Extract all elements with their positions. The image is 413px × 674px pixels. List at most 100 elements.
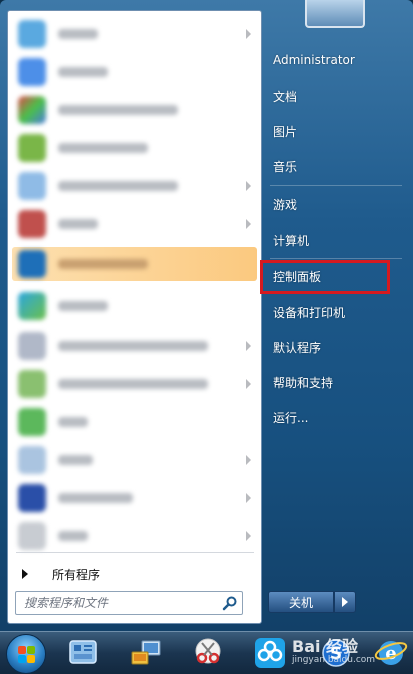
right-item-label: 计算机 — [273, 234, 310, 248]
program-label-blurred — [58, 417, 88, 427]
control-panel-app-icon[interactable] — [65, 636, 101, 670]
programs-panel: 所有程序 — [7, 10, 262, 624]
program-icon — [18, 96, 46, 124]
program-icon — [18, 446, 46, 474]
triangle-right-icon — [342, 597, 348, 607]
right-item-computer[interactable]: 计算机 — [268, 229, 398, 253]
shutdown-options-button[interactable] — [334, 591, 356, 613]
right-item-administrator[interactable]: Administrator — [268, 50, 398, 74]
program-label-blurred — [58, 181, 178, 191]
list-item[interactable] — [12, 443, 257, 477]
list-item[interactable] — [12, 329, 257, 363]
watermark-url: jingyan.baidu.com — [292, 655, 376, 665]
program-label-blurred — [58, 301, 108, 311]
program-label-blurred — [58, 29, 98, 39]
program-label-blurred — [58, 67, 108, 77]
program-icon — [18, 58, 46, 86]
windows-logo-icon — [27, 646, 35, 654]
submenu-arrow-icon — [246, 219, 251, 229]
triangle-right-icon — [22, 569, 28, 579]
right-item-games[interactable]: 游戏 — [268, 193, 398, 217]
list-item[interactable] — [12, 55, 257, 89]
all-programs-label: 所有程序 — [52, 568, 101, 582]
program-icon — [18, 134, 46, 162]
shutdown-button[interactable]: 关机 — [268, 591, 334, 613]
right-item-label: 设备和打印机 — [273, 306, 346, 320]
right-item-run[interactable]: 运行... — [268, 406, 398, 430]
windows-logo-icon — [18, 646, 26, 654]
search-input[interactable] — [16, 592, 224, 614]
snipping-tool-icon[interactable] — [190, 636, 226, 670]
watermark-logo: Bai 经验 — [292, 637, 359, 656]
program-icon — [18, 332, 46, 360]
program-icon — [18, 408, 46, 436]
program-label-blurred — [58, 105, 178, 115]
submenu-arrow-icon — [246, 493, 251, 503]
shutdown-label: 关机 — [288, 596, 313, 610]
program-label-blurred — [58, 259, 148, 269]
right-item-label: Administrator — [273, 53, 355, 67]
list-item[interactable] — [12, 367, 257, 401]
program-label-blurred — [58, 379, 208, 389]
annotation-highlight-box — [260, 260, 390, 294]
right-item-label: 帮助和支持 — [273, 376, 334, 390]
program-icon — [18, 522, 46, 550]
submenu-arrow-icon — [246, 455, 251, 465]
program-icon — [18, 484, 46, 512]
submenu-arrow-icon — [246, 29, 251, 39]
cloud-app-icon[interactable] — [252, 636, 288, 670]
search-icon[interactable] — [222, 595, 238, 611]
program-label-blurred — [58, 455, 93, 465]
program-icon — [18, 20, 46, 48]
right-item-devices-printers[interactable]: 设备和打印机 — [268, 301, 398, 325]
all-programs-button[interactable]: 所有程序 — [16, 563, 254, 587]
program-icon — [18, 210, 46, 238]
windows-logo-icon — [18, 655, 26, 663]
internet-explorer-icon[interactable]: e — [373, 636, 409, 670]
submenu-arrow-icon — [246, 181, 251, 191]
right-item-music[interactable]: 音乐 — [268, 155, 398, 179]
right-item-label: 图片 — [273, 125, 298, 139]
right-item-documents[interactable]: 文档 — [268, 85, 398, 109]
right-item-label: 运行... — [273, 411, 309, 425]
right-item-label: 音乐 — [273, 160, 298, 174]
divider — [16, 552, 254, 553]
list-item-highlighted[interactable] — [12, 247, 257, 281]
list-item[interactable] — [12, 519, 257, 553]
list-item[interactable] — [12, 93, 257, 127]
submenu-arrow-icon — [246, 531, 251, 541]
program-list — [8, 11, 261, 550]
list-item[interactable] — [12, 17, 257, 51]
program-icon — [18, 292, 46, 320]
list-item[interactable] — [12, 405, 257, 439]
right-item-label: 文档 — [273, 90, 298, 104]
start-button[interactable] — [6, 634, 46, 674]
network-computer-icon[interactable] — [128, 636, 164, 670]
right-item-pictures[interactable]: 图片 — [268, 120, 398, 144]
list-item[interactable] — [12, 289, 257, 323]
submenu-arrow-icon — [246, 379, 251, 389]
right-item-label: 默认程序 — [273, 341, 322, 355]
list-item[interactable] — [12, 169, 257, 203]
program-label-blurred — [58, 143, 148, 153]
program-icon — [18, 172, 46, 200]
right-item-label: 游戏 — [273, 198, 298, 212]
user-picture[interactable] — [305, 0, 365, 28]
list-item[interactable] — [12, 207, 257, 241]
start-menu: 所有程序 Administrator 文档 图片 音乐 游戏 计算机 控制面板 … — [0, 0, 413, 631]
divider — [270, 185, 402, 186]
program-icon — [18, 370, 46, 398]
program-label-blurred — [58, 341, 208, 351]
submenu-arrow-icon — [246, 341, 251, 351]
list-item[interactable] — [12, 131, 257, 165]
divider — [270, 258, 402, 259]
search-box[interactable] — [15, 591, 243, 615]
list-item[interactable] — [12, 481, 257, 515]
windows-logo-icon — [27, 655, 35, 663]
right-item-help-support[interactable]: 帮助和支持 — [268, 371, 398, 395]
right-item-default-programs[interactable]: 默认程序 — [268, 336, 398, 360]
program-label-blurred — [58, 493, 133, 503]
program-label-blurred — [58, 531, 88, 541]
program-label-blurred — [58, 219, 98, 229]
program-icon — [18, 250, 46, 278]
